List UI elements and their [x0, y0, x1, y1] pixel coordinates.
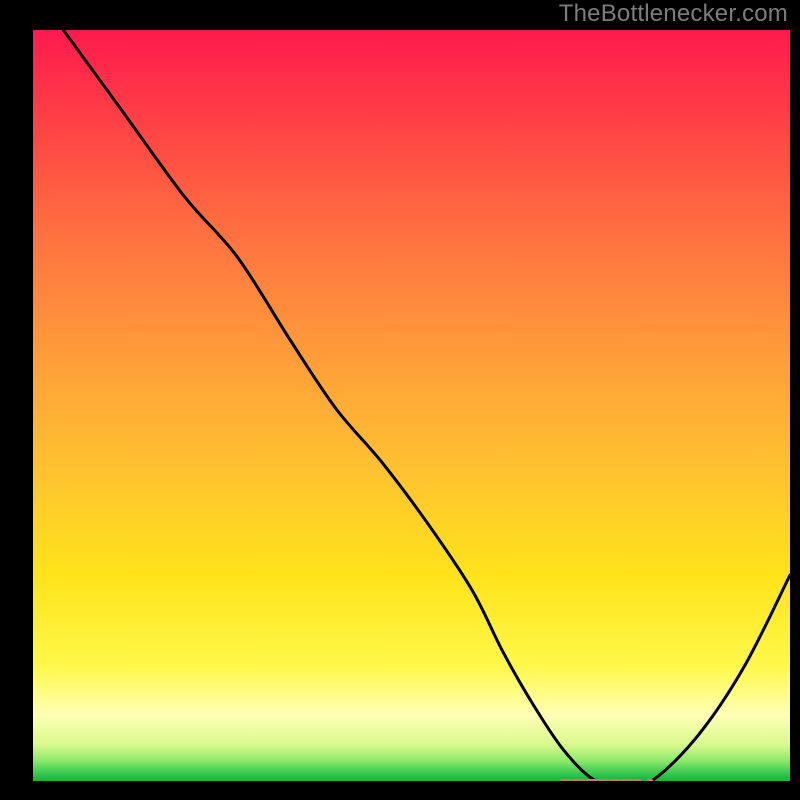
plot-area [33, 30, 790, 781]
optimal-marker [33, 30, 790, 781]
chart-frame [24, 21, 799, 790]
